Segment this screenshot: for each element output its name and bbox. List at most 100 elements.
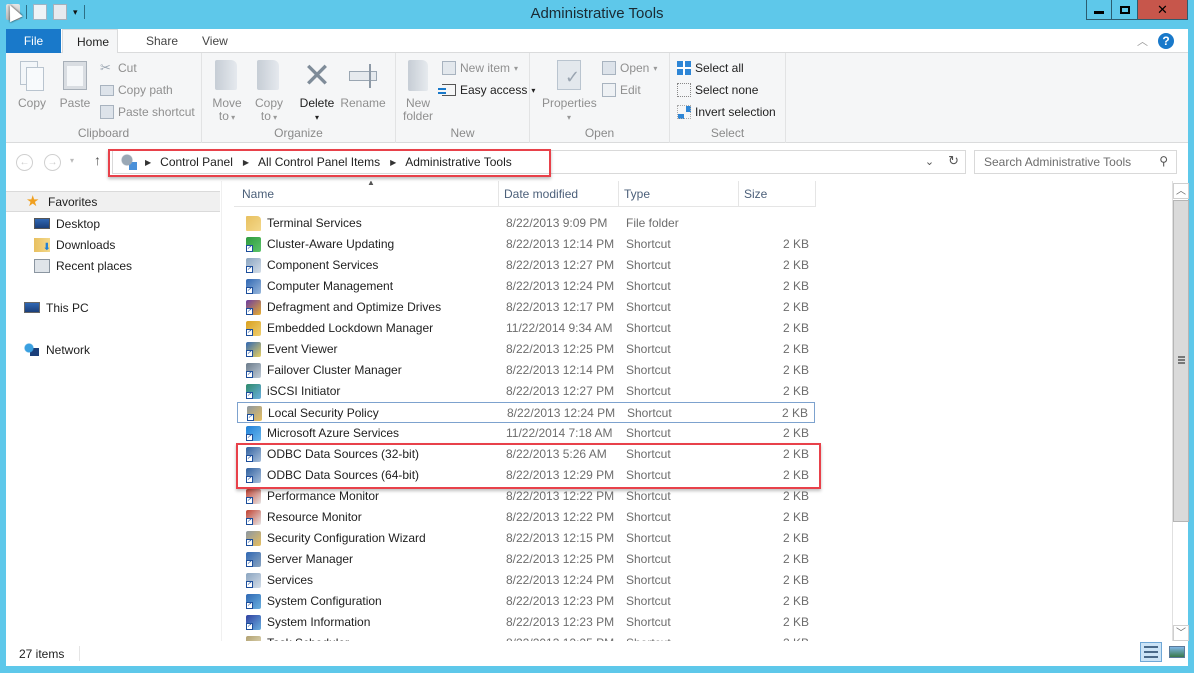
nav-desktop[interactable]: Desktop xyxy=(34,213,100,234)
refresh-icon[interactable]: ↻ xyxy=(948,153,959,169)
file-row[interactable]: ↗ Cluster-Aware Updating 8/22/2013 12:14 P… xyxy=(237,234,815,255)
file-date-modified: 8/22/2013 12:17 PM xyxy=(506,300,615,314)
large-icons-view-button[interactable] xyxy=(1166,642,1188,662)
tab-file[interactable]: File xyxy=(6,29,61,53)
file-row[interactable]: ↗ ODBC Data Sources (32-bit) 8/22/2013 5:2… xyxy=(237,444,815,465)
file-row[interactable]: ↗ Event Viewer 8/22/2013 12:25 PM Shortcut 2… xyxy=(237,339,815,360)
help-icon[interactable]: ? xyxy=(1158,33,1174,49)
new-item-label: New item xyxy=(460,61,511,75)
column-header-name[interactable]: Name ▲ xyxy=(237,181,499,207)
nav-downloads[interactable]: ⬇ Downloads xyxy=(34,234,115,255)
file-row[interactable]: ↗ Defragment and Optimize Drives 8/22/2013… xyxy=(237,297,815,318)
easy-access-button[interactable]: Easy access ▾ xyxy=(438,83,535,97)
file-row[interactable]: ↗ Embedded Lockdown Manager 11/22/2014 9:3… xyxy=(237,318,815,339)
column-header-size[interactable]: Size xyxy=(739,181,816,207)
file-row[interactable]: ↗ Resource Monitor 8/22/2013 12:22 PM Short… xyxy=(237,507,815,528)
address-bar[interactable]: ▶ Control Panel ▶ All Control Panel Item… xyxy=(112,150,966,174)
file-date-modified: 11/22/2014 7:18 AM xyxy=(506,426,613,440)
file-row[interactable]: ↗Task Scheduler8/22/2013 12:25 PMShortcu… xyxy=(237,633,815,641)
tab-view[interactable]: View xyxy=(188,29,242,53)
close-button[interactable]: ✕ xyxy=(1138,0,1188,20)
file-size: 2 KB xyxy=(782,447,809,461)
file-row[interactable]: ↗ Computer Management 8/22/2013 12:24 PM Sh… xyxy=(237,276,815,297)
security-policy-icon: ↗ xyxy=(247,406,262,421)
address-history-chevron-icon[interactable]: ⌄ xyxy=(925,155,934,169)
rename-button[interactable]: Rename xyxy=(340,59,386,110)
file-row[interactable]: ↗ iSCSI Initiator 8/22/2013 12:27 PM Shortc… xyxy=(237,381,815,402)
move-to-button[interactable]: Move to ▾ xyxy=(210,59,244,124)
group-label-new: New xyxy=(450,126,475,140)
search-icon[interactable]: ⚲ xyxy=(1159,154,1168,168)
details-view-button[interactable] xyxy=(1140,642,1162,662)
breadcrumb-control-panel[interactable]: Control Panel xyxy=(160,155,233,169)
select-all-button[interactable]: Select all xyxy=(677,61,744,75)
paste-icon xyxy=(59,59,91,93)
scroll-up-button[interactable]: ︿ xyxy=(1173,183,1189,199)
file-row[interactable]: ↗ ODBC Data Sources (64-bit) 8/22/2013 12:… xyxy=(237,465,815,486)
file-row[interactable]: ↗ Local Security Policy 8/22/2013 12:24 PM… xyxy=(237,402,815,423)
breadcrumb-administrative-tools[interactable]: Administrative Tools xyxy=(405,155,512,169)
item-count: 27 items xyxy=(19,647,65,661)
breadcrumb-arrow[interactable]: ▶ xyxy=(243,158,249,167)
delete-icon: ✕ xyxy=(302,57,332,95)
open-icon xyxy=(602,61,616,75)
file-size: 2 KB xyxy=(782,342,809,356)
file-row[interactable]: ↗ Component Services 8/22/2013 12:27 PM Sho… xyxy=(237,255,815,276)
breadcrumb-arrow[interactable]: ▶ xyxy=(145,158,151,167)
move-to-label: Move xyxy=(212,96,242,110)
nav-this-pc[interactable]: This PC xyxy=(24,297,89,318)
cut-button[interactable]: ✂ Cut xyxy=(100,61,137,76)
properties-button[interactable]: ✓ Properties ▾ xyxy=(542,59,597,124)
file-row[interactable]: ↗ Failover Cluster Manager 8/22/2013 12:14… xyxy=(237,360,815,381)
nav-downloads-label: Downloads xyxy=(56,237,116,252)
breadcrumb-arrow[interactable]: ▶ xyxy=(390,158,396,167)
copy-to-label: Copy xyxy=(254,96,283,110)
nav-favorites[interactable]: ★ Favorites xyxy=(6,191,220,212)
paste-shortcut-button[interactable]: Paste shortcut xyxy=(100,105,195,119)
vertical-scrollbar[interactable]: ︿ ﹀ xyxy=(1172,181,1189,641)
forward-button[interactable]: → xyxy=(44,154,61,171)
invert-selection-button[interactable]: Invert selection xyxy=(677,105,776,119)
file-row[interactable]: ↗ Services 8/22/2013 12:24 PM Shortcut 2 KB xyxy=(237,570,815,591)
server-manager-icon: ↗ xyxy=(246,552,261,567)
file-name: Computer Management xyxy=(267,279,394,293)
recent-locations-icon[interactable]: ▾ xyxy=(70,156,74,165)
file-row[interactable]: ↗ Server Manager 8/22/2013 12:25 PM Shortcu… xyxy=(237,549,815,570)
shortcut-arrow-icon: ↗ xyxy=(246,602,253,609)
scroll-down-button[interactable]: ﹀ xyxy=(1173,625,1189,641)
breadcrumb-all-items[interactable]: All Control Panel Items xyxy=(258,155,380,169)
open-button[interactable]: Open ▾ xyxy=(602,61,657,75)
new-folder-button[interactable]: New folder xyxy=(402,59,434,123)
file-row[interactable]: Terminal Services 8/22/2013 9:09 PM File f… xyxy=(237,213,815,234)
edit-button[interactable]: Edit xyxy=(602,83,641,97)
file-date-modified: 8/22/2013 12:15 PM xyxy=(506,531,615,545)
file-date-modified: 8/22/2013 12:27 PM xyxy=(506,258,615,272)
file-row[interactable]: ↗ Security Configuration Wizard 8/22/2013 … xyxy=(237,528,815,549)
nav-recent-places[interactable]: Recent places xyxy=(34,255,132,276)
search-box[interactable]: Search Administrative Tools ⚲ xyxy=(974,150,1177,174)
copy-to-button[interactable]: Copy to ▾ xyxy=(252,59,286,124)
maximize-button[interactable] xyxy=(1112,0,1138,20)
file-date-modified: 8/22/2013 9:09 PM xyxy=(506,216,608,230)
file-row[interactable]: ↗ Microsoft Azure Services 11/22/2014 7:18… xyxy=(237,423,815,444)
copy-button[interactable]: Copy xyxy=(16,59,48,110)
nav-network[interactable]: Network xyxy=(24,339,90,360)
select-none-button[interactable]: Select none xyxy=(677,83,758,97)
file-row[interactable]: ↗ Performance Monitor 8/22/2013 12:22 PM Sh… xyxy=(237,486,815,507)
tab-share[interactable]: Share xyxy=(132,29,192,53)
minimize-ribbon-icon[interactable]: ︿ xyxy=(1137,33,1148,49)
file-row[interactable]: ↗ System Configuration 8/22/2013 12:23 PM S… xyxy=(237,591,815,612)
delete-button[interactable]: ✕ Delete ▾ xyxy=(298,59,336,124)
minimize-button[interactable] xyxy=(1086,0,1112,20)
back-button[interactable]: ← xyxy=(16,154,33,171)
column-header-date-modified[interactable]: Date modified xyxy=(499,181,619,207)
scroll-thumb[interactable] xyxy=(1173,200,1189,522)
column-header-type[interactable]: Type xyxy=(619,181,739,207)
file-row[interactable]: ↗ System Information 8/22/2013 12:23 PM Sho… xyxy=(237,612,815,633)
tab-home[interactable]: Home xyxy=(62,29,118,54)
copy-path-button[interactable]: Copy path xyxy=(100,83,173,97)
file-size: 2 KB xyxy=(782,489,809,503)
paste-button[interactable]: Paste xyxy=(58,59,92,110)
new-item-button[interactable]: New item ▾ xyxy=(442,61,518,75)
up-button[interactable]: ↑ xyxy=(94,152,101,168)
